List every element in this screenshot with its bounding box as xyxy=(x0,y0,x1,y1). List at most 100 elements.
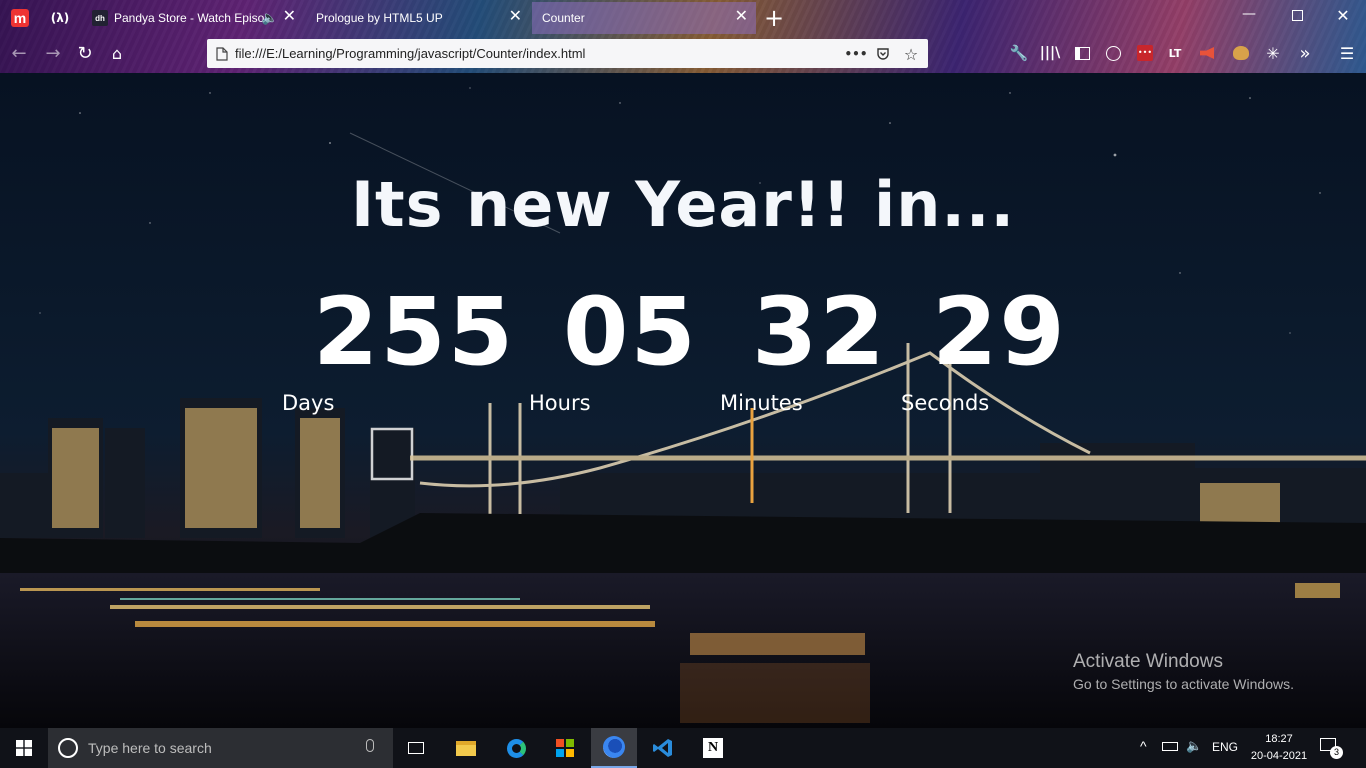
show-hidden-icons-button[interactable]: ^ xyxy=(1140,738,1147,754)
activate-windows-watermark: Activate Windows Go to Settings to activ… xyxy=(1073,651,1294,692)
extension-languagetool[interactable]: LT xyxy=(1164,42,1186,64)
edge-button[interactable] xyxy=(493,728,539,768)
extension-lastpass[interactable]: ••• xyxy=(1134,42,1156,64)
store-button[interactable] xyxy=(542,728,588,768)
arrow-left-icon: ← xyxy=(11,42,27,64)
back-button[interactable]: ← xyxy=(8,42,30,64)
speaker-icon[interactable]: 🔈 xyxy=(262,10,278,26)
minimize-button[interactable]: — xyxy=(1238,6,1260,26)
navigation-bar: ← → ↻ ⌂ file:///E:/Learning/Programming/… xyxy=(0,34,1366,73)
task-view-button[interactable] xyxy=(393,728,439,768)
volume-icon[interactable]: 🔈 xyxy=(1186,738,1202,754)
tab-label: Pandya Store - Watch Episo xyxy=(114,11,265,25)
store-icon xyxy=(556,739,574,757)
library-icon: |||\ xyxy=(1039,45,1061,61)
page-icon xyxy=(213,45,231,63)
clock-time: 18:27 xyxy=(1265,733,1293,745)
countdown-page: Its new Year!! in... 255 Days 05 Hours 3… xyxy=(0,73,1366,728)
windows-logo-icon xyxy=(16,740,32,756)
home-button[interactable]: ⌂ xyxy=(106,42,128,64)
page-actions-icon[interactable]: ••• xyxy=(845,45,868,63)
firefox-icon xyxy=(603,736,625,758)
tab-label: Prologue by HTML5 UP xyxy=(316,11,443,25)
language-indicator[interactable]: ENG xyxy=(1212,740,1238,754)
restore-icon xyxy=(1291,10,1303,21)
tab-label: Counter xyxy=(542,11,585,25)
m-icon: m xyxy=(11,9,29,27)
task-view-icon xyxy=(408,742,424,754)
close-tab-icon[interactable]: ✕ xyxy=(735,9,748,25)
new-tab-button[interactable]: + xyxy=(756,4,792,32)
bookmark-star-icon[interactable]: ☆ xyxy=(902,45,920,64)
tab-counter[interactable]: Counter ✕ xyxy=(532,2,756,34)
minutes-label: Minutes xyxy=(720,391,803,415)
notion-button[interactable]: N xyxy=(690,728,736,768)
taskbar-search-box[interactable]: Type here to search xyxy=(48,728,393,768)
seconds-value: 29 xyxy=(932,278,1067,387)
days-label: Days xyxy=(282,391,335,415)
owl-icon xyxy=(1233,46,1249,60)
address-bar[interactable]: file:///E:/Learning/Programming/javascri… xyxy=(207,39,928,68)
extension-owl[interactable] xyxy=(1230,42,1252,64)
pinned-tab-m[interactable]: m xyxy=(2,4,38,32)
start-button[interactable] xyxy=(0,728,48,768)
windows-taskbar: Type here to search N ^ 🔈 ENG 18:27 20-0… xyxy=(0,728,1366,768)
hamburger-icon: ☰ xyxy=(1339,43,1355,63)
file-explorer-icon xyxy=(456,740,476,756)
days-value: 255 xyxy=(313,278,516,387)
notification-count-badge: 3 xyxy=(1330,746,1343,759)
minutes-value: 32 xyxy=(752,278,887,387)
minimize-icon: — xyxy=(1242,6,1256,22)
plus-icon: + xyxy=(763,4,785,32)
dh-icon: dh xyxy=(92,10,108,26)
vscode-button[interactable] xyxy=(640,728,686,768)
menu-button[interactable]: ☰ xyxy=(1336,42,1358,64)
forward-button[interactable]: → xyxy=(42,42,64,64)
microphone-icon[interactable] xyxy=(366,739,374,752)
tools-button[interactable]: 🔧 xyxy=(1008,42,1030,64)
watermark-subtitle: Go to Settings to activate Windows. xyxy=(1073,676,1294,692)
browser-chrome: m (λ) dh Pandya Store - Watch Episo 🔈 ✕ … xyxy=(0,0,1366,73)
chevron-double-right-icon: » xyxy=(1299,42,1311,64)
close-tab-icon[interactable]: ✕ xyxy=(509,9,522,25)
account-button[interactable] xyxy=(1102,42,1124,64)
reload-icon: ↻ xyxy=(77,42,93,64)
tab-prologue[interactable]: Prologue by HTML5 UP ✕ xyxy=(306,2,530,34)
watermark-title: Activate Windows xyxy=(1073,651,1223,672)
system-clock[interactable]: 18:27 20-04-2021 xyxy=(1250,731,1308,765)
reload-button[interactable]: ↻ xyxy=(74,42,96,64)
library-button[interactable]: |||\ xyxy=(1039,42,1061,64)
lastpass-icon: ••• xyxy=(1137,45,1153,61)
wrench-icon: 🔧 xyxy=(1009,44,1029,62)
seconds-label: Seconds xyxy=(901,391,990,415)
close-window-button[interactable]: ✕ xyxy=(1332,6,1354,26)
hours-value: 05 xyxy=(563,278,698,387)
countdown-headline: Its new Year!! in... xyxy=(350,168,1016,241)
search-placeholder: Type here to search xyxy=(88,740,212,756)
pocket-icon[interactable] xyxy=(874,45,892,63)
notification-center-button[interactable]: 3 xyxy=(1320,738,1344,760)
close-icon: ✕ xyxy=(1336,6,1350,25)
pinned-tab-lambda[interactable]: (λ) xyxy=(42,4,78,32)
firefox-button[interactable] xyxy=(591,728,637,768)
sidebar-button[interactable] xyxy=(1071,42,1093,64)
battery-icon[interactable] xyxy=(1162,740,1178,754)
overflow-button[interactable]: » xyxy=(1294,42,1316,64)
extension-megaphone[interactable] xyxy=(1196,42,1218,64)
megaphone-icon xyxy=(1200,47,1214,59)
restore-button[interactable] xyxy=(1286,8,1308,28)
close-tab-icon[interactable]: ✕ xyxy=(283,9,296,25)
home-icon: ⌂ xyxy=(111,43,123,63)
sidebar-icon xyxy=(1074,46,1090,60)
account-icon xyxy=(1105,45,1121,61)
notion-icon: N xyxy=(703,738,723,758)
extension-grid[interactable]: ✳ xyxy=(1262,42,1284,64)
tab-strip: m (λ) dh Pandya Store - Watch Episo 🔈 ✕ … xyxy=(0,0,1366,34)
cortana-icon xyxy=(58,738,78,758)
arrow-right-icon: → xyxy=(45,42,61,64)
vscode-icon xyxy=(653,739,672,757)
file-explorer-button[interactable] xyxy=(443,728,489,768)
tab-pandya-store[interactable]: dh Pandya Store - Watch Episo 🔈 ✕ xyxy=(82,2,304,34)
clock-date: 20-04-2021 xyxy=(1250,750,1308,762)
url-text: file:///E:/Learning/Programming/javascri… xyxy=(235,46,586,61)
